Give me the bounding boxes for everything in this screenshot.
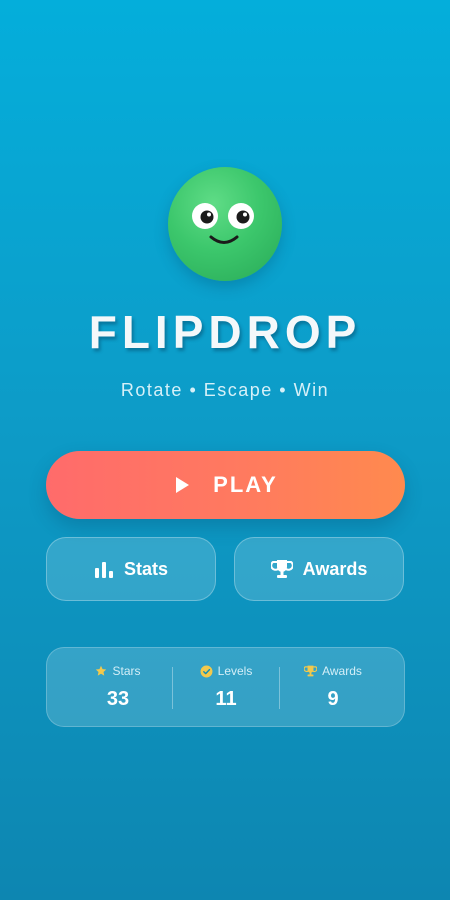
awards-value: 9: [327, 688, 339, 710]
stars-stat: Stars 33: [65, 648, 171, 728]
awards-button-label: Awards: [302, 558, 368, 579]
levels-stat: Levels 11: [173, 648, 279, 728]
game-tagline: Rotate • Escape • Win: [120, 380, 330, 400]
progress-summary-card: Stars 33 Levels 11 Awards 9: [46, 647, 405, 727]
awards-stat: Awards 9: [280, 648, 386, 728]
play-button[interactable]: PLAY: [46, 451, 405, 519]
mascot-ball-icon: [168, 167, 282, 281]
stars-label: Stars: [112, 664, 141, 678]
trophy-icon: [270, 560, 293, 578]
stats-button-label: Stats: [123, 558, 168, 579]
awards-button[interactable]: Awards: [234, 537, 404, 601]
play-icon: [176, 477, 190, 493]
game-title: FLIPDROP: [88, 306, 362, 358]
trophy-icon: [304, 665, 318, 677]
star-icon: [96, 665, 107, 676]
levels-label: Levels: [217, 664, 253, 678]
play-button-label: PLAY: [213, 472, 278, 497]
awards-label: Awards: [322, 664, 362, 678]
check-circle-icon: [200, 665, 213, 677]
stats-button[interactable]: Stats: [46, 537, 216, 601]
levels-value: 11: [215, 688, 237, 710]
stars-value: 33: [106, 688, 130, 710]
bar-chart-icon: [94, 562, 113, 578]
